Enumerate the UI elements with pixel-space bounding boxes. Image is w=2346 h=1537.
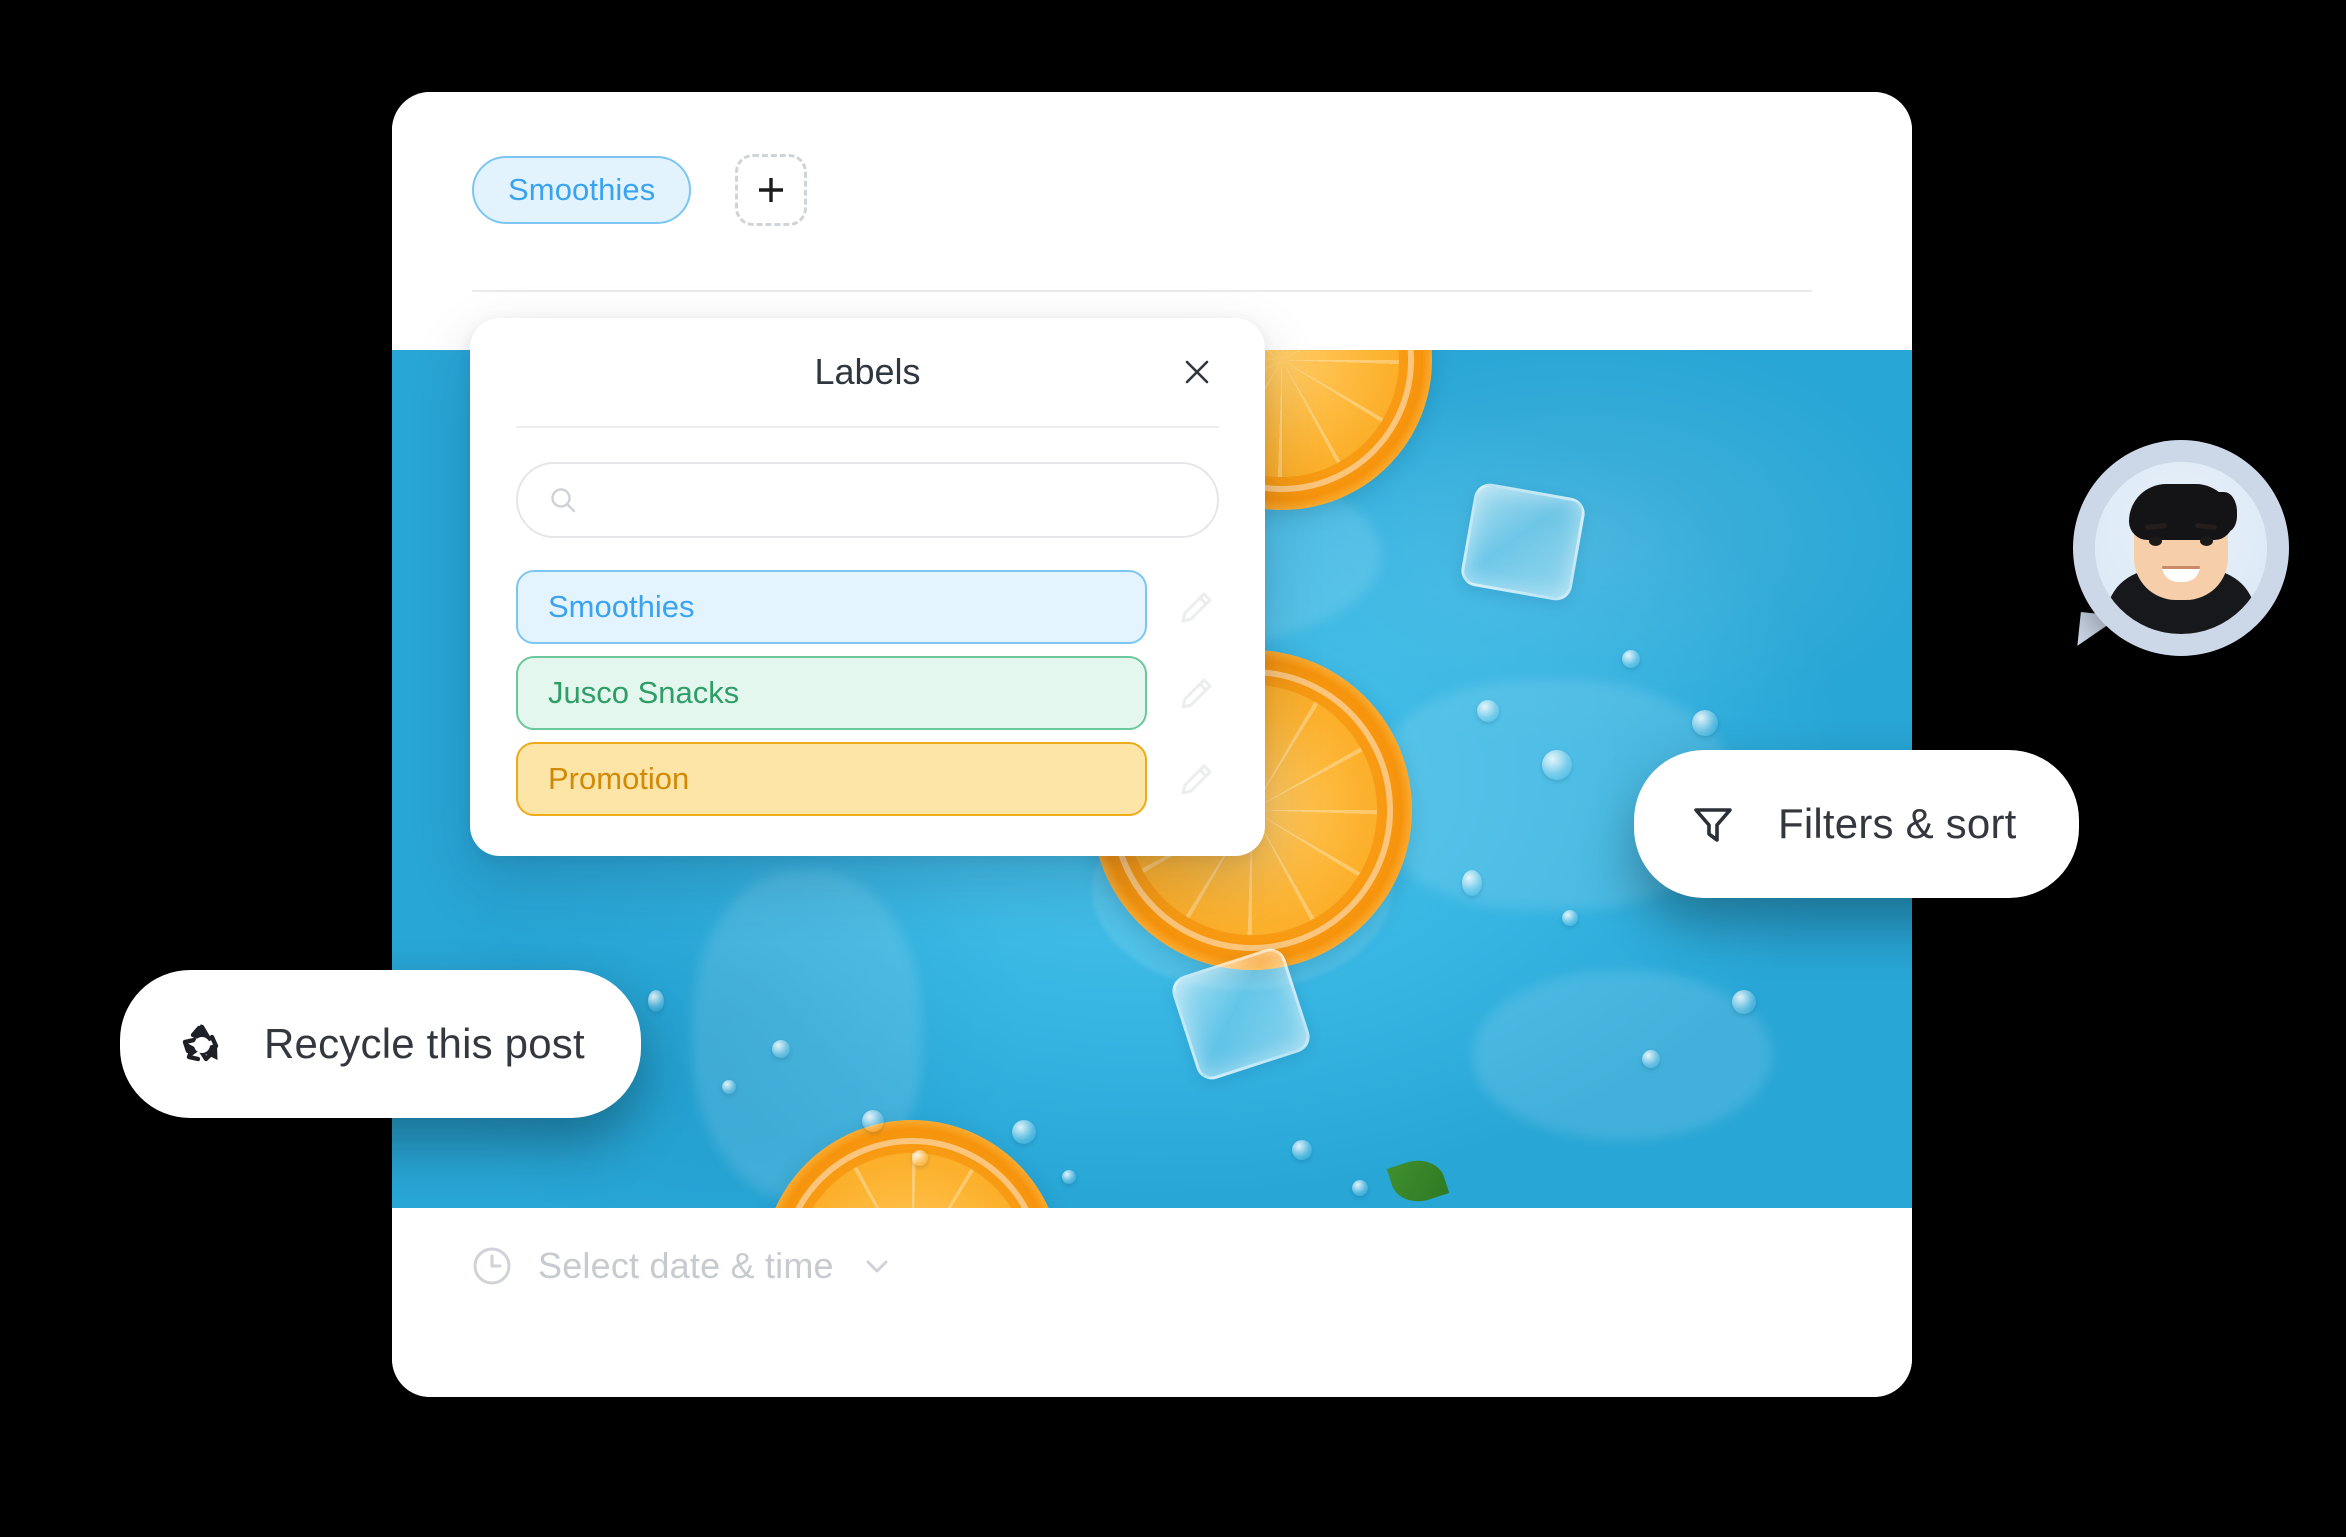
user-avatar-bubble[interactable] <box>2073 440 2289 656</box>
filter-icon <box>1694 808 1732 842</box>
list-item: Smoothies <box>516 570 1219 644</box>
water-droplet <box>1692 710 1718 736</box>
water-droplet <box>1352 1180 1368 1196</box>
edit-label-button[interactable] <box>1173 584 1219 630</box>
label-item-name: Jusco Snacks <box>548 675 740 710</box>
label-item-name: Promotion <box>548 761 690 796</box>
avatar-hair <box>2129 484 2237 540</box>
avatar <box>2095 462 2267 634</box>
recycle-icon <box>182 1024 219 1062</box>
label-chip-row: Smoothies + <box>472 154 808 226</box>
water-droplet <box>862 1110 884 1132</box>
search-input[interactable] <box>578 464 1217 536</box>
water-droplet <box>722 1080 736 1094</box>
close-icon <box>1185 360 1209 384</box>
list-item: Jusco Snacks <box>516 656 1219 730</box>
pencil-icon <box>1181 592 1212 623</box>
avatar-eye-right <box>2200 536 2213 546</box>
water-droplet <box>1542 750 1572 780</box>
label-item-name: Smoothies <box>548 589 695 624</box>
schedule-picker[interactable]: Select date & time <box>470 1244 896 1288</box>
search-icon <box>551 488 576 513</box>
edit-label-button[interactable] <box>1173 670 1219 716</box>
water-droplet <box>1562 910 1578 926</box>
header-divider <box>472 290 1812 292</box>
add-label-button[interactable]: + <box>735 154 808 226</box>
recycle-post-label: Recycle this post <box>264 1020 585 1067</box>
water-droplet <box>1462 870 1482 896</box>
plus-icon <box>759 178 784 202</box>
composer-footer: Select date & time <box>392 1208 1912 1397</box>
schedule-placeholder: Select date & time <box>538 1245 834 1286</box>
pencil-icon <box>1181 764 1212 795</box>
label-item-jusco-snacks[interactable]: Jusco Snacks <box>516 656 1147 730</box>
label-chip-smoothies[interactable]: Smoothies <box>472 156 692 224</box>
composer-header: Smoothies + <box>392 92 1912 350</box>
filters-and-sort-button[interactable]: Filters & sort <box>1634 750 2079 898</box>
ice-cube <box>1458 481 1588 603</box>
close-button[interactable] <box>1175 350 1219 394</box>
water-sheen <box>1472 970 1772 1140</box>
label-search-field[interactable] <box>516 462 1219 538</box>
labels-popup: Labels Smoothies Jusco Snacks Promotion <box>470 318 1265 856</box>
water-droplet <box>1062 1170 1076 1184</box>
water-droplet <box>1012 1120 1036 1144</box>
list-item: Promotion <box>516 742 1219 816</box>
labels-list: Smoothies Jusco Snacks Promotion <box>516 570 1219 816</box>
avatar-eye-left <box>2149 536 2162 546</box>
water-droplet <box>1732 990 1756 1014</box>
label-item-smoothies[interactable]: Smoothies <box>516 570 1147 644</box>
filters-and-sort-label: Filters & sort <box>1778 800 2017 847</box>
water-droplet <box>1622 650 1640 668</box>
labels-popup-title: Labels <box>814 351 921 392</box>
recycle-post-button[interactable]: Recycle this post <box>120 970 641 1118</box>
pencil-icon <box>1181 678 1212 709</box>
water-droplet <box>912 1150 928 1166</box>
screenshot-stage: Smoothies + <box>0 0 2346 1537</box>
water-droplet <box>1292 1140 1312 1160</box>
label-item-promotion[interactable]: Promotion <box>516 742 1147 816</box>
water-droplet <box>772 1040 790 1058</box>
label-chip-text: Smoothies <box>508 172 656 207</box>
labels-popup-divider <box>516 426 1219 428</box>
water-droplet <box>1477 700 1499 722</box>
chevron-down-icon[interactable] <box>858 1247 896 1285</box>
water-droplet <box>648 990 664 1012</box>
water-droplet <box>1642 1050 1660 1068</box>
edit-label-button[interactable] <box>1173 756 1219 802</box>
clock-icon <box>473 1247 511 1285</box>
labels-popup-header: Labels <box>470 318 1265 426</box>
